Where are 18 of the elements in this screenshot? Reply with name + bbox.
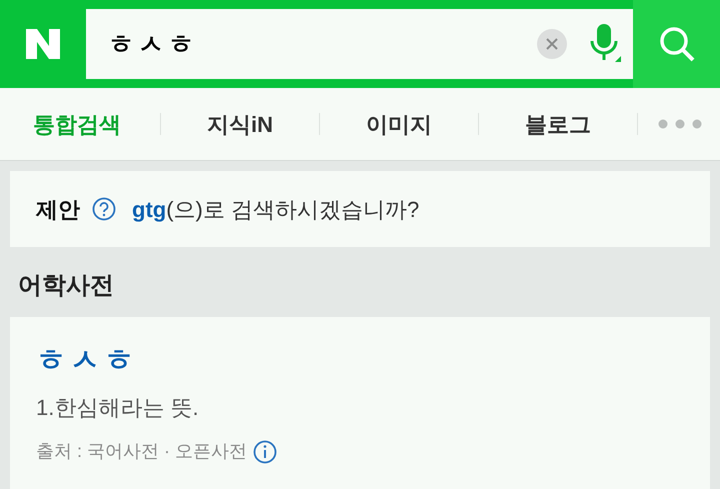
search-icon [658,25,696,63]
logo-icon[interactable] [26,29,60,59]
more-icon[interactable] [658,119,702,129]
search-tab[interactable]: 블로그 [479,108,637,140]
info-icon[interactable] [253,440,277,464]
section-title: 어학사전 [17,271,115,301]
source-text: 출처 : 국어사전 · 오픈사전 [36,440,247,463]
suggestion-text: gtg(으)로 검색하시겠습니까? [132,196,420,224]
search-tab[interactable]: 이미지 [320,108,478,140]
search-button[interactable] [633,0,720,88]
entry-word[interactable]: ㅎㅅㅎ [36,341,710,381]
suggestion-link[interactable]: gtg [132,196,166,222]
search-field[interactable]: ㅎㅅㅎ [86,9,633,79]
entry-meaning: 1.한심해라는 뜻. [36,394,200,422]
search-tab[interactable]: 지식iN [161,108,319,140]
suggestion-label: 제안 [36,196,80,224]
help-icon[interactable] [92,197,116,221]
clear-icon[interactable] [537,29,567,59]
